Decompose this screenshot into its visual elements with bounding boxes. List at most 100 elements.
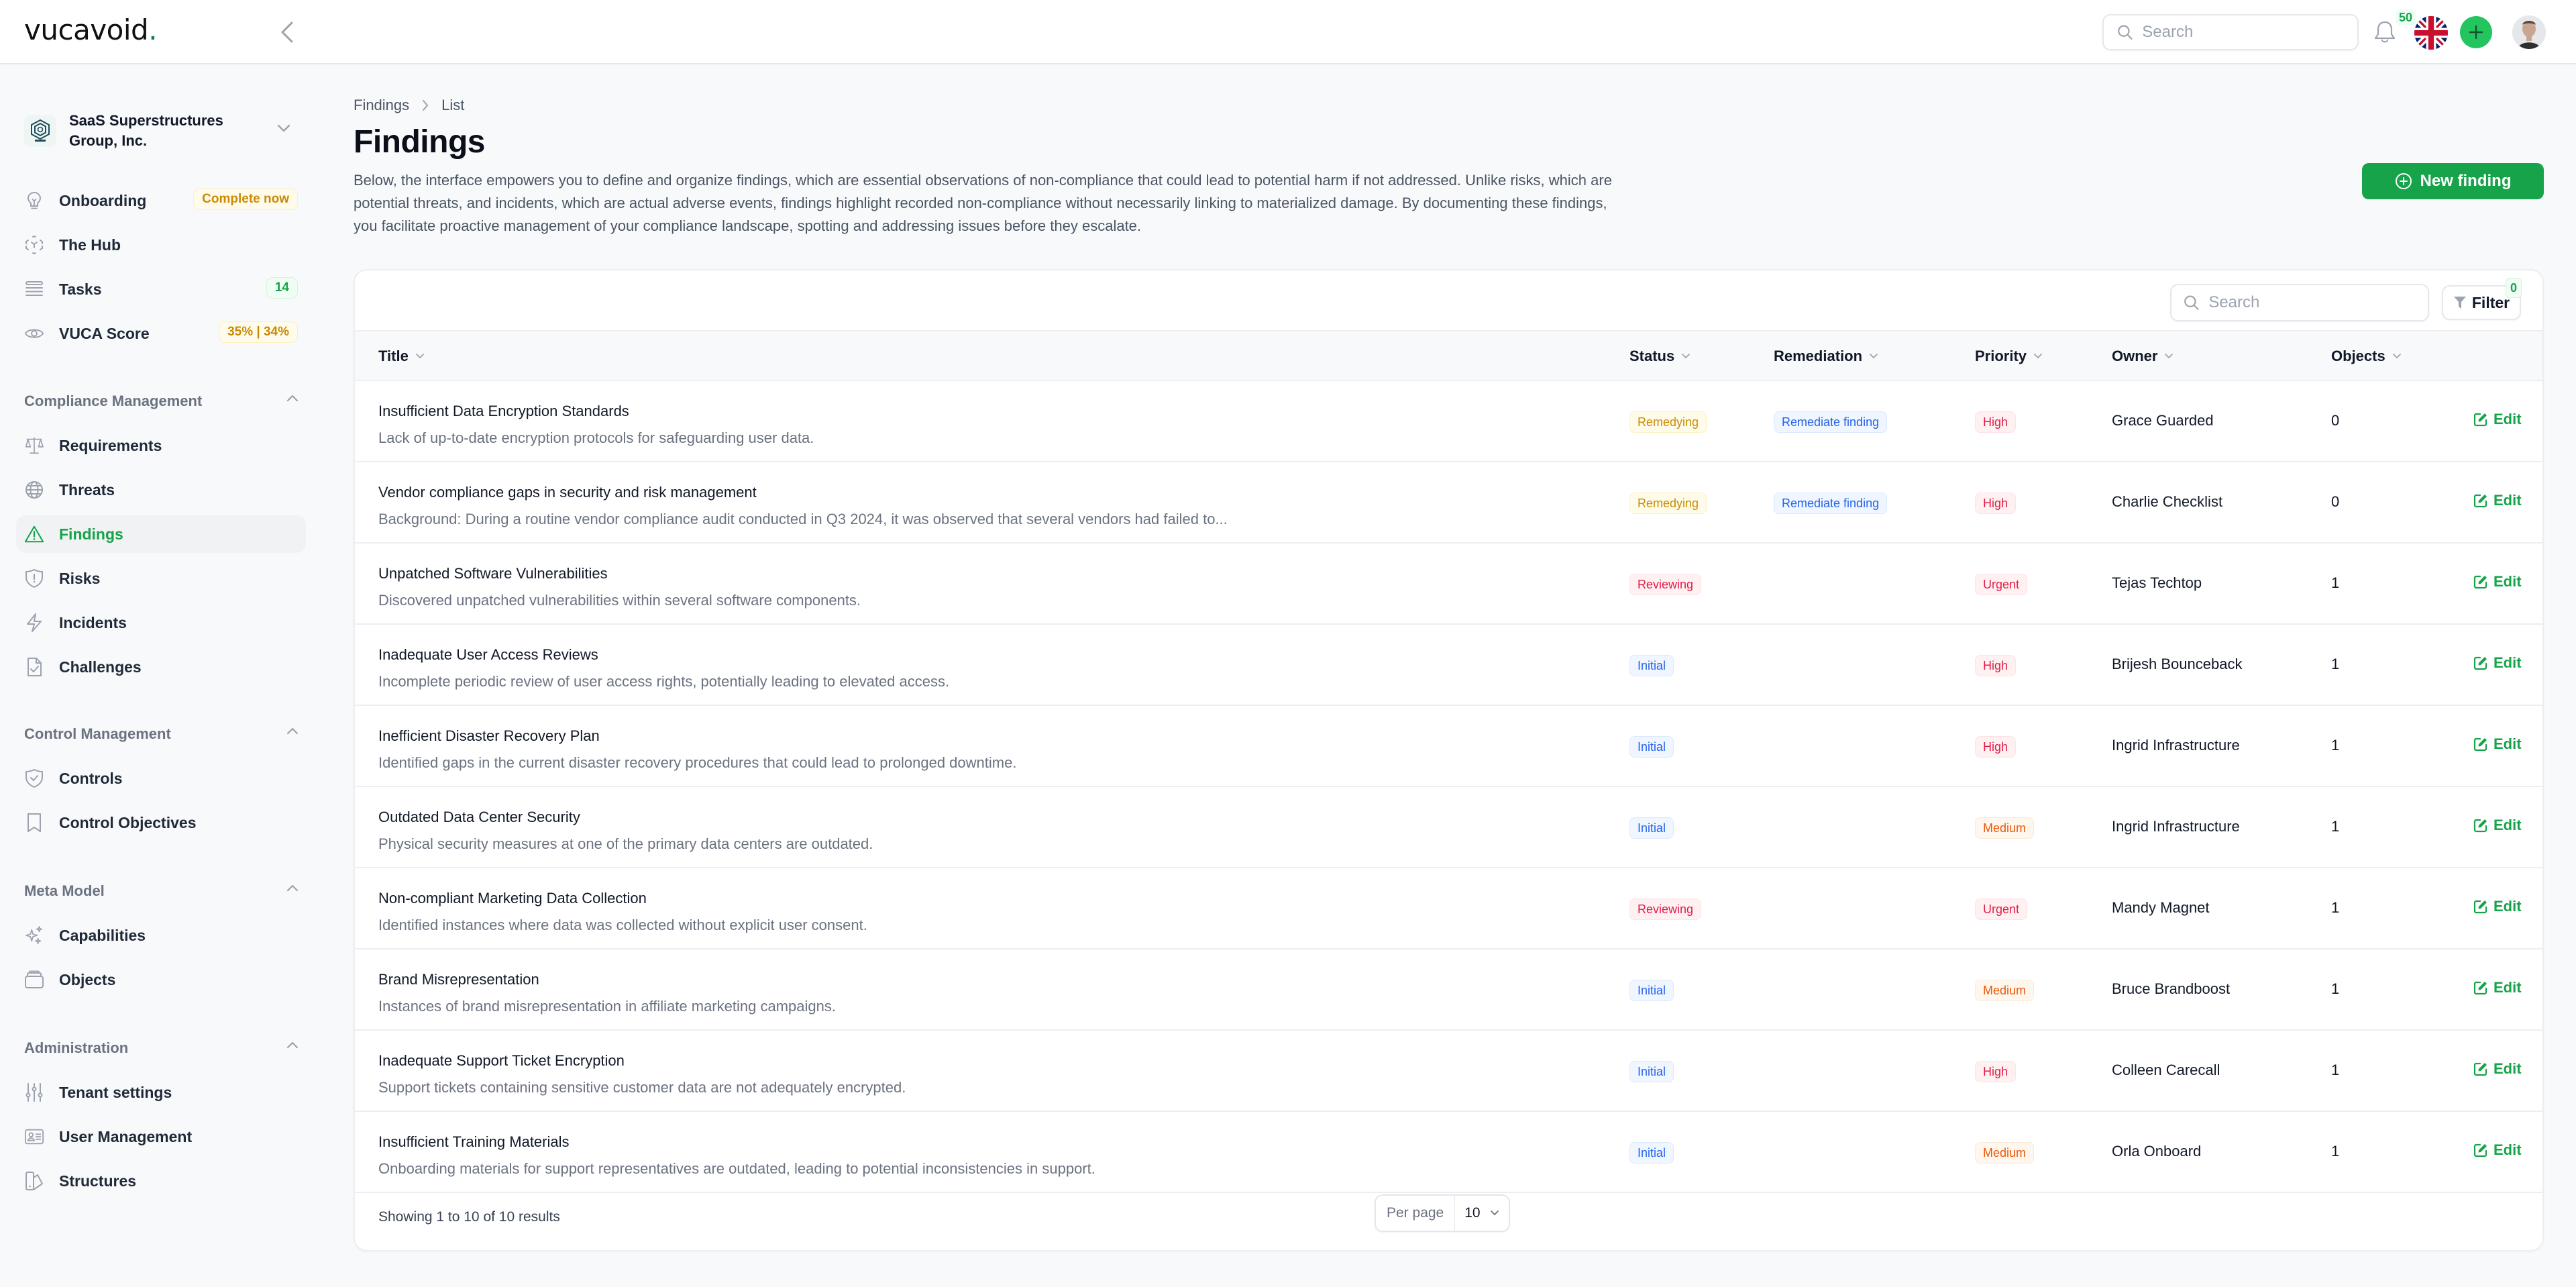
sidebar-item-the-hub[interactable]: The Hub [16, 226, 306, 264]
sidebar-item-threats[interactable]: Threats [16, 471, 306, 509]
collapse-sidebar-button[interactable] [275, 20, 299, 44]
global-search-input[interactable] [2142, 23, 2357, 42]
finding-title[interactable]: Brand Misrepresentation [378, 971, 539, 988]
priority-badge: Urgent [1975, 898, 2028, 920]
status-badge: Initial [1629, 655, 1674, 676]
quick-add-button[interactable] [2460, 16, 2492, 48]
sidebar-item-tenant-settings[interactable]: Tenant settings [16, 1074, 306, 1111]
sidebar-item-capabilities[interactable]: Capabilities [16, 917, 306, 954]
edit-button[interactable]: Edit [2473, 573, 2522, 590]
per-page-label: Per page [1376, 1196, 1456, 1231]
finding-title[interactable]: Outdated Data Center Security [378, 809, 580, 826]
remediation-badge[interactable]: Remediate finding [1774, 411, 1888, 433]
section-meta-model[interactable]: Meta Model [24, 878, 299, 905]
notifications-button[interactable] [2373, 20, 2396, 44]
edit-icon [2473, 900, 2487, 914]
tasks-count-badge: 14 [266, 277, 298, 299]
breadcrumb-list[interactable]: List [441, 97, 464, 114]
chevron-left-icon [281, 21, 293, 43]
new-finding-button[interactable]: New finding [2362, 163, 2544, 199]
table-row[interactable]: Brand Misrepresentation Instances of bra… [355, 949, 2542, 1031]
section-control-management[interactable]: Control Management [24, 721, 299, 748]
org-name: SaaS Superstructures Group, Inc. [69, 112, 223, 149]
sidebar-item-control-objectives[interactable]: Control Objectives [16, 804, 306, 841]
table-search[interactable] [2170, 284, 2429, 321]
chevron-down-icon [2165, 354, 2174, 359]
section-administration[interactable]: Administration [24, 1035, 299, 1062]
sidebar-item-user-management[interactable]: User Management [16, 1118, 306, 1155]
table-search-input[interactable] [2208, 293, 2428, 312]
plus-circle-icon [2395, 173, 2412, 189]
edit-button[interactable]: Edit [2473, 817, 2522, 834]
sidebar-item-incidents[interactable]: Incidents [16, 604, 306, 641]
edit-label: Edit [2493, 573, 2522, 590]
finding-title[interactable]: Inadequate Support Ticket Encryption [378, 1052, 625, 1070]
edit-button[interactable]: Edit [2473, 1141, 2522, 1159]
column-header-title[interactable]: Title [378, 348, 425, 365]
sidebar-item-onboarding[interactable]: Onboarding Complete now [16, 182, 306, 219]
hub-icon [24, 235, 44, 255]
sidebar-item-label: The Hub [59, 236, 121, 254]
global-search[interactable] [2102, 14, 2359, 50]
finding-title[interactable]: Inadequate User Access Reviews [378, 646, 598, 664]
breadcrumb-findings[interactable]: Findings [354, 97, 409, 114]
table-row[interactable]: Non-compliant Marketing Data Collection … [355, 868, 2542, 949]
remediation-badge[interactable]: Remediate finding [1774, 493, 1888, 514]
warning-triangle-icon [24, 524, 44, 544]
section-compliance-management[interactable]: Compliance Management [24, 388, 299, 415]
edit-button[interactable]: Edit [2473, 1060, 2522, 1078]
edit-button[interactable]: Edit [2473, 979, 2522, 996]
edit-icon [2473, 737, 2487, 752]
per-page-selector[interactable]: Per page 10 [1375, 1194, 1510, 1232]
finding-title[interactable]: Insufficient Data Encryption Standards [378, 403, 629, 420]
finding-title[interactable]: Non-compliant Marketing Data Collection [378, 890, 647, 907]
sidebar-item-requirements[interactable]: Requirements [16, 427, 306, 464]
edit-button[interactable]: Edit [2473, 735, 2522, 753]
table-row[interactable]: Inadequate User Access Reviews Incomplet… [355, 625, 2542, 706]
sidebar-item-tasks[interactable]: Tasks 14 [16, 270, 306, 308]
status-badge: Reviewing [1629, 898, 1702, 920]
table-row[interactable]: Unpatched Software Vulnerabilities Disco… [355, 544, 2542, 625]
sidebar-item-structures[interactable]: Structures [16, 1162, 306, 1200]
column-header-owner[interactable]: Owner [2112, 348, 2174, 365]
table-row[interactable]: Insufficient Data Encryption Standards L… [355, 381, 2542, 462]
status-badge: Reviewing [1629, 574, 1702, 595]
sidebar-item-objects[interactable]: Objects [16, 961, 306, 998]
filter-count-badge: 0 [2506, 278, 2522, 298]
per-page-dropdown[interactable]: 10 [1455, 1196, 1508, 1231]
table-row[interactable]: Outdated Data Center Security Physical s… [355, 787, 2542, 868]
column-header-objects[interactable]: Objects [2331, 348, 2402, 365]
finding-title[interactable]: Unpatched Software Vulnerabilities [378, 565, 608, 582]
chevron-down-icon [1490, 1211, 1499, 1216]
sidebar-item-controls[interactable]: Controls [16, 760, 306, 797]
objects-count: 1 [2331, 980, 2340, 997]
sidebar-item-label: Findings [59, 525, 123, 543]
status-badge: Remedying [1629, 411, 1707, 433]
table-row[interactable]: Vendor compliance gaps in security and r… [355, 462, 2542, 544]
sidebar-item-challenges[interactable]: Challenges [16, 648, 306, 686]
chevron-up-icon [286, 395, 299, 402]
finding-title[interactable]: Insufficient Training Materials [378, 1133, 570, 1151]
edit-button[interactable]: Edit [2473, 654, 2522, 672]
column-header-remediation[interactable]: Remediation [1774, 348, 1878, 365]
organization-selector[interactable]: SaaS Superstructures Group, Inc. [24, 109, 299, 153]
sidebar-item-findings[interactable]: Findings [16, 515, 306, 553]
edit-button[interactable]: Edit [2473, 492, 2522, 509]
edit-button[interactable]: Edit [2473, 898, 2522, 915]
section-title: Control Management [24, 725, 171, 742]
page-description: Below, the interface empowers you to def… [354, 172, 1612, 234]
column-header-status[interactable]: Status [1629, 348, 1690, 365]
language-selector[interactable] [2414, 16, 2448, 50]
table-row[interactable]: Inadequate Support Ticket Encryption Sup… [355, 1031, 2542, 1112]
user-avatar[interactable] [2512, 15, 2546, 49]
edit-button[interactable]: Edit [2473, 411, 2522, 428]
table-row[interactable]: Inefficient Disaster Recovery Plan Ident… [355, 706, 2542, 787]
app-logo[interactable]: vucavoid. [24, 13, 158, 46]
column-header-priority[interactable]: Priority [1975, 348, 2043, 365]
finding-title[interactable]: Inefficient Disaster Recovery Plan [378, 727, 600, 745]
finding-title[interactable]: Vendor compliance gaps in security and r… [378, 484, 757, 501]
sidebar-item-vuca-score[interactable]: VUCA Score 35% | 34% [16, 315, 306, 352]
table-row[interactable]: Insufficient Training Materials Onboardi… [355, 1112, 2542, 1193]
sidebar-item-risks[interactable]: Risks [16, 560, 306, 597]
owner-name: Colleen Carecall [2112, 1062, 2220, 1078]
